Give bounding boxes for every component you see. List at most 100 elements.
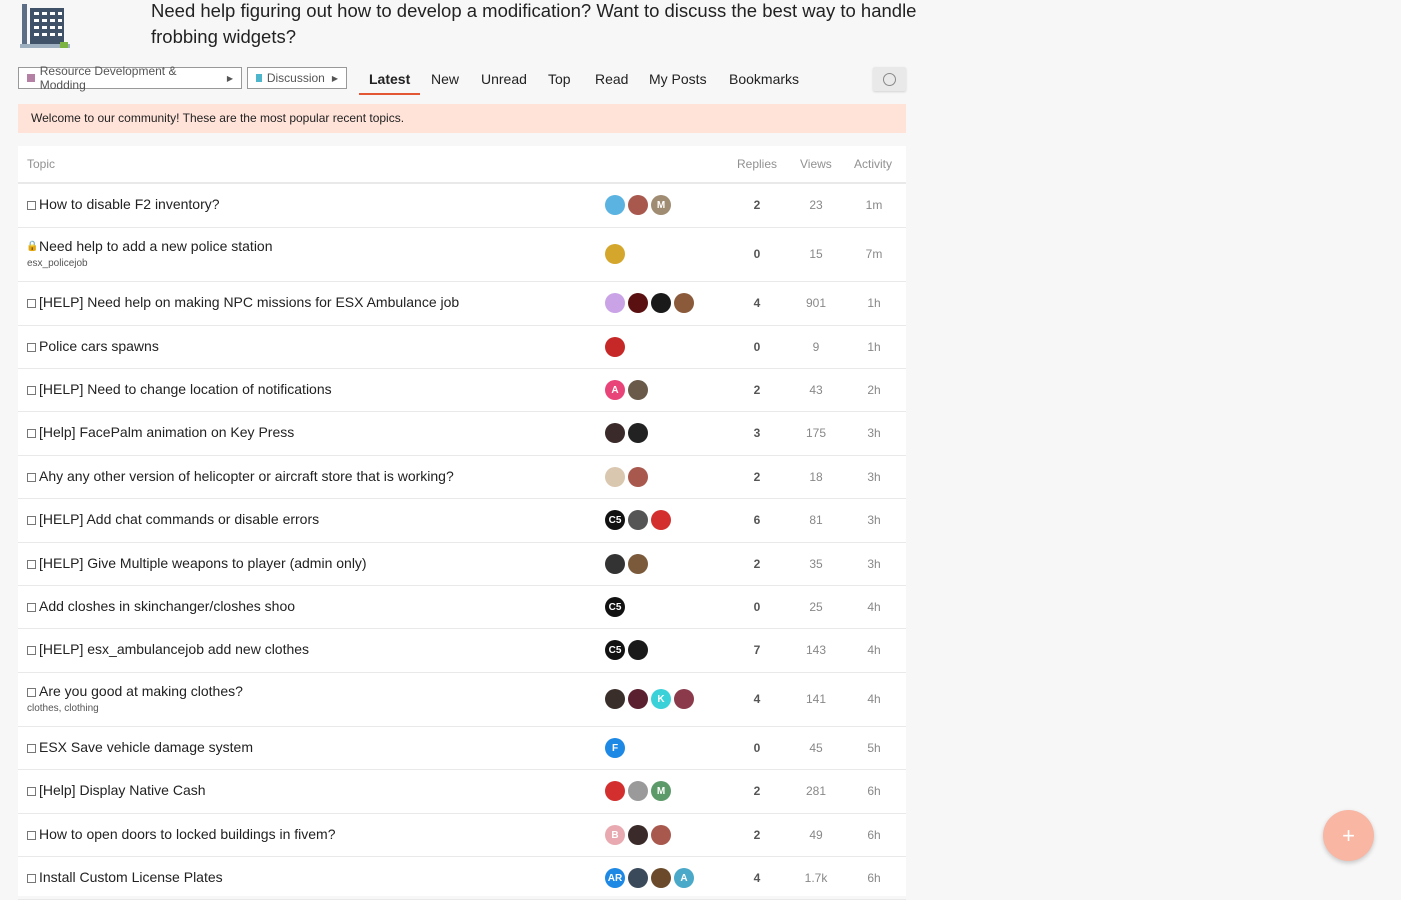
topic-title-link[interactable]: Add closhes in skinchanger/closhes shoo: [39, 598, 295, 614]
avatar[interactable]: [651, 825, 671, 845]
topic-tags[interactable]: esx_policejob: [27, 258, 88, 269]
avatar[interactable]: [605, 781, 625, 801]
topic-title-link[interactable]: Need help to add a new police station: [39, 238, 273, 254]
topic-title-link[interactable]: Police cars spawns: [39, 338, 159, 354]
activity-time[interactable]: 6h: [849, 828, 899, 842]
topic-row[interactable]: [HELP] esx_ambulancejob add new clothes C…: [18, 628, 906, 673]
avatar[interactable]: C5: [605, 640, 625, 660]
avatar[interactable]: [674, 293, 694, 313]
avatar[interactable]: K: [651, 689, 671, 709]
topic-row[interactable]: Are you good at making clothes? clothes, …: [18, 672, 906, 727]
subcategory-dropdown[interactable]: Discussion ▶: [247, 67, 347, 89]
tab-my-posts[interactable]: My Posts: [649, 69, 707, 93]
topic-row[interactable]: [Help] Display Native Cash M 2 281 6h: [18, 769, 906, 814]
topic-title-link[interactable]: Ahy any other version of helicopter or a…: [39, 468, 454, 484]
avatar[interactable]: [628, 195, 648, 215]
create-topic-button[interactable]: +: [1323, 810, 1374, 861]
activity-time[interactable]: 6h: [849, 784, 899, 798]
topic-row[interactable]: Police cars spawns 0 9 1h: [18, 325, 906, 369]
avatar[interactable]: [605, 467, 625, 487]
avatar[interactable]: A: [605, 380, 625, 400]
header-views[interactable]: Views: [800, 157, 832, 171]
topic-row[interactable]: [Help] FacePalm animation on Key Press 3 1…: [18, 411, 906, 456]
tab-latest[interactable]: Latest: [359, 69, 421, 95]
avatar[interactable]: [605, 244, 625, 264]
header-topic[interactable]: Topic: [27, 157, 55, 171]
avatar[interactable]: [628, 825, 648, 845]
activity-time[interactable]: 3h: [849, 426, 899, 440]
activity-time[interactable]: 3h: [849, 557, 899, 571]
avatar[interactable]: [628, 868, 648, 888]
topic-row[interactable]: [HELP] Need help on making NPC missions …: [18, 281, 906, 326]
avatar[interactable]: [628, 423, 648, 443]
activity-time[interactable]: 2h: [849, 383, 899, 397]
topic-row[interactable]: Install Custom License Plates AR A 4 1.7k 6h: [18, 856, 906, 900]
activity-time[interactable]: 1m: [849, 198, 899, 212]
topic-row[interactable]: 🔒 Need help to add a new police station es…: [18, 227, 906, 282]
avatar[interactable]: [605, 423, 625, 443]
topic-row[interactable]: How to open doors to locked buildings in…: [18, 813, 906, 857]
avatar[interactable]: [628, 510, 648, 530]
avatar[interactable]: [605, 337, 625, 357]
topic-title-link[interactable]: [HELP] Need to change location of notifi…: [39, 381, 332, 397]
avatar[interactable]: AR: [605, 868, 625, 888]
avatar[interactable]: M: [651, 195, 671, 215]
topic-title-link[interactable]: [Help] Display Native Cash: [39, 782, 206, 798]
header-replies[interactable]: Replies: [737, 157, 777, 171]
avatar[interactable]: [605, 554, 625, 574]
topic-title-link[interactable]: ESX Save vehicle damage system: [39, 739, 253, 755]
topic-title-link[interactable]: How to open doors to locked buildings in…: [39, 826, 336, 842]
avatar[interactable]: C5: [605, 597, 625, 617]
avatar[interactable]: [605, 689, 625, 709]
topic-title-link[interactable]: [HELP] esx_ambulancejob add new clothes: [39, 641, 309, 657]
topic-title-link[interactable]: [HELP] Give Multiple weapons to player (…: [39, 555, 367, 571]
topic-row[interactable]: Ahy any other version of helicopter or a…: [18, 455, 906, 499]
avatar[interactable]: [628, 467, 648, 487]
topic-title-link[interactable]: How to disable F2 inventory?: [39, 196, 220, 212]
activity-time[interactable]: 3h: [849, 513, 899, 527]
activity-time[interactable]: 3h: [849, 470, 899, 484]
avatar[interactable]: C5: [605, 510, 625, 530]
avatar[interactable]: [651, 868, 671, 888]
activity-time[interactable]: 4h: [849, 692, 899, 706]
avatar[interactable]: [628, 380, 648, 400]
activity-time[interactable]: 4h: [849, 600, 899, 614]
tab-read[interactable]: Read: [595, 69, 628, 93]
site-logo[interactable]: [20, 4, 70, 50]
avatar[interactable]: [628, 554, 648, 574]
topic-row[interactable]: [HELP] Need to change location of notifi…: [18, 368, 906, 412]
topic-title-link[interactable]: [Help] FacePalm animation on Key Press: [39, 424, 294, 440]
activity-time[interactable]: 7m: [849, 247, 899, 261]
activity-time[interactable]: 4h: [849, 643, 899, 657]
avatar[interactable]: [628, 293, 648, 313]
activity-time[interactable]: 1h: [849, 340, 899, 354]
topic-row[interactable]: ESX Save vehicle damage system F 0 45 5h: [18, 726, 906, 770]
tab-unread[interactable]: Unread: [481, 69, 527, 93]
tab-new[interactable]: New: [431, 69, 459, 93]
avatar[interactable]: M: [651, 781, 671, 801]
topic-title-link[interactable]: [HELP] Add chat commands or disable erro…: [39, 511, 319, 527]
avatar[interactable]: B: [605, 825, 625, 845]
avatar[interactable]: [605, 293, 625, 313]
tab-top[interactable]: Top: [548, 69, 571, 93]
avatar[interactable]: [628, 640, 648, 660]
activity-time[interactable]: 5h: [849, 741, 899, 755]
notification-level-button[interactable]: [873, 67, 906, 91]
avatar[interactable]: [651, 510, 671, 530]
avatar[interactable]: [674, 689, 694, 709]
topic-tags[interactable]: clothes, clothing: [27, 703, 99, 714]
topic-row[interactable]: [HELP] Give Multiple weapons to player (…: [18, 542, 906, 586]
avatar[interactable]: [651, 293, 671, 313]
tab-bookmarks[interactable]: Bookmarks: [729, 69, 799, 93]
activity-time[interactable]: 1h: [849, 296, 899, 310]
topic-row[interactable]: How to disable F2 inventory? M 2 23 1m: [18, 183, 906, 228]
category-dropdown[interactable]: Resource Development & Modding ▶: [18, 64, 242, 92]
topic-title-link[interactable]: Install Custom License Plates: [39, 869, 223, 885]
topic-title-link[interactable]: [HELP] Need help on making NPC missions …: [39, 294, 459, 310]
header-activity[interactable]: Activity: [854, 157, 892, 171]
avatar[interactable]: A: [674, 868, 694, 888]
avatar[interactable]: [628, 689, 648, 709]
avatar[interactable]: [605, 195, 625, 215]
topic-row[interactable]: Add closhes in skinchanger/closhes shoo C…: [18, 585, 906, 629]
activity-time[interactable]: 6h: [849, 871, 899, 885]
